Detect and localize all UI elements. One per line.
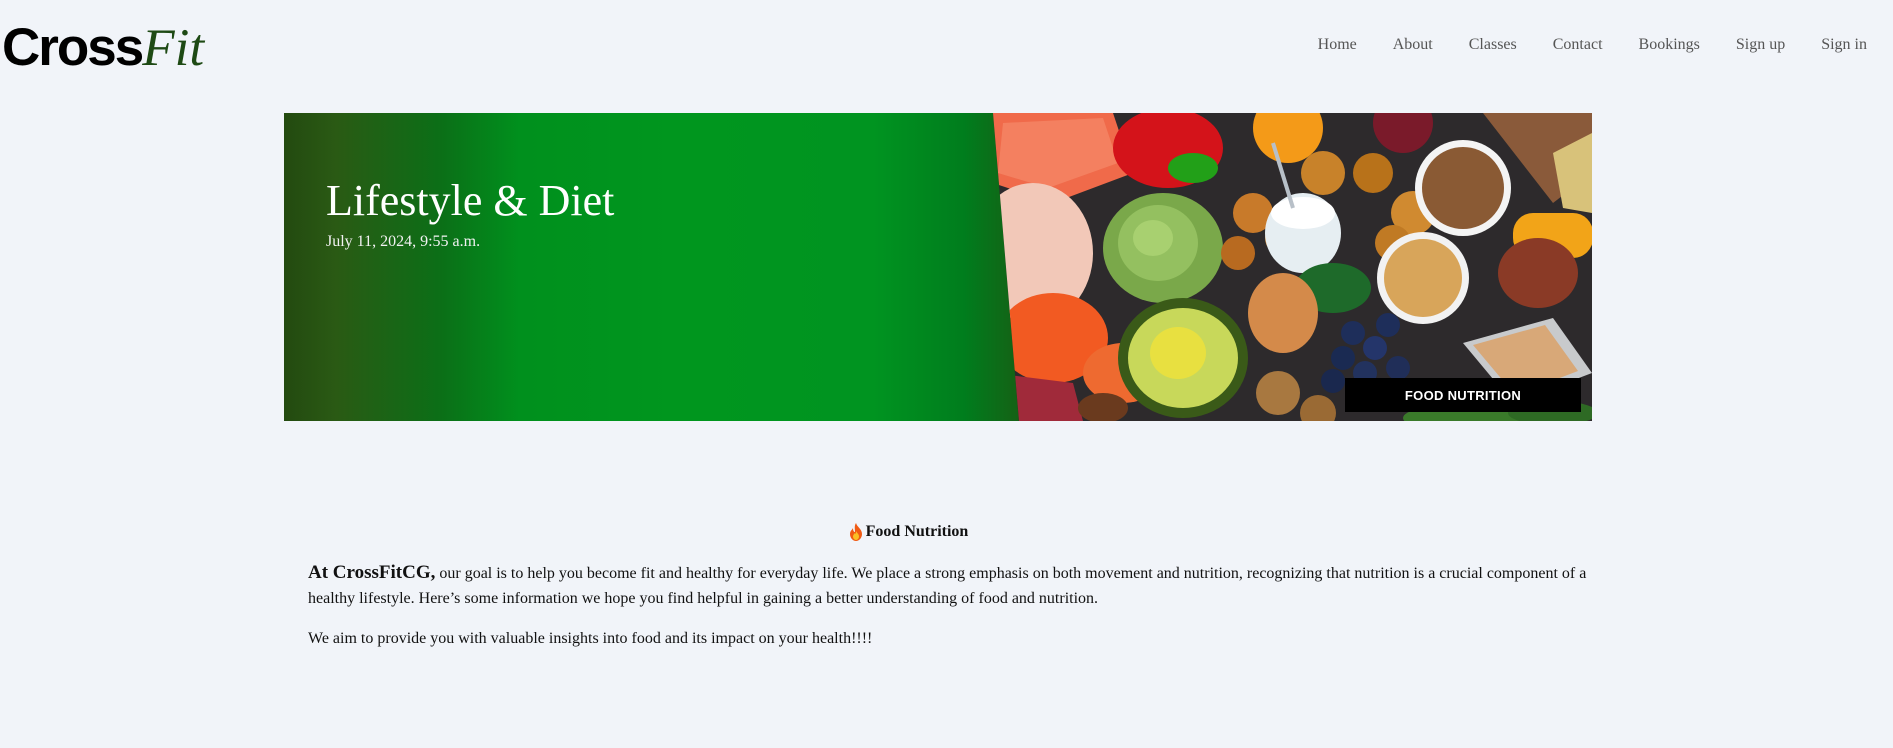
crossfit-logo[interactable]: CrossFit	[2, 18, 204, 78]
intro-text: our goal is to help you become fit and h…	[308, 565, 1587, 607]
main-nav: Home About Classes Contact Bookings Sign…	[1318, 36, 1893, 54]
site-header: CrossFit Home About Classes Contact Book…	[0, 0, 1893, 96]
intro-paragraph: At CrossFitCG, our goal is to help you b…	[308, 560, 1588, 611]
nav-signup-link[interactable]: Sign up	[1736, 36, 1785, 54]
section-heading-text: Food Nutrition	[865, 523, 969, 540]
intro-lead: At CrossFitCG,	[308, 562, 436, 583]
nav-contact-link[interactable]: Contact	[1553, 36, 1603, 54]
hero-banner: Lifestyle & Diet July 11, 2024, 9:55 a.m…	[284, 113, 1592, 421]
nav-bookings-link[interactable]: Bookings	[1639, 36, 1700, 54]
nav-signin-link[interactable]: Sign in	[1821, 36, 1867, 54]
nav-home-link[interactable]: Home	[1318, 36, 1357, 54]
second-paragraph: We aim to provide you with valuable insi…	[308, 630, 873, 647]
section-heading: Food Nutrition	[308, 520, 1588, 544]
logo-text-cross: Cross	[2, 18, 144, 77]
nav-about-link[interactable]: About	[1393, 36, 1433, 54]
post-date: July 11, 2024, 9:55 a.m.	[326, 233, 481, 250]
logo-text-fit: Fit	[142, 19, 205, 77]
article-content: Food Nutrition At CrossFitCG, our goal i…	[308, 520, 1588, 666]
food-nutrition-label: FOOD NUTRITION	[1345, 378, 1581, 412]
page-title: Lifestyle & Diet	[326, 176, 615, 225]
fire-icon	[848, 523, 864, 541]
nav-classes-link[interactable]: Classes	[1469, 36, 1517, 54]
food-nutrition-image: FOOD NUTRITION	[993, 113, 1592, 421]
